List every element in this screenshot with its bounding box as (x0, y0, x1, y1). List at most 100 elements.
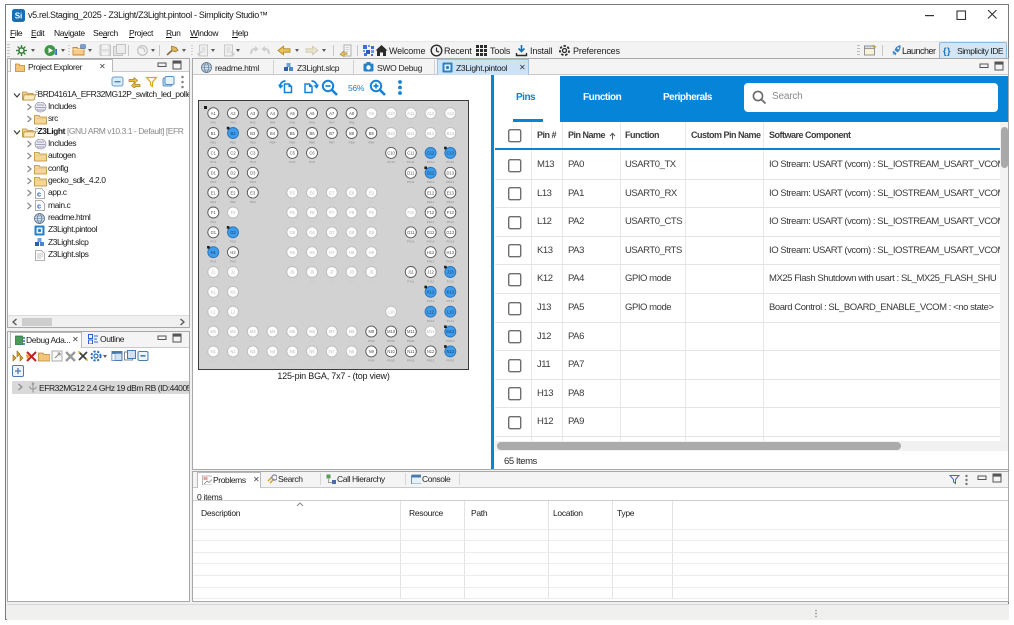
svg-text:PG2: PG2 (230, 240, 236, 244)
svg-text:A6: A6 (309, 111, 315, 116)
svg-text:PB5: PB5 (289, 140, 295, 144)
svg-text:PN13: PN13 (446, 359, 454, 363)
svg-text:VSS: VSS (309, 200, 315, 204)
svg-text:VSS: VSS (210, 359, 216, 363)
svg-text:Si: Si (15, 12, 23, 21)
svg-text:VSS: VSS (289, 240, 295, 244)
svg-text:PB2: PB2 (230, 140, 236, 144)
svg-text:PA8: PA8 (349, 121, 355, 125)
svg-text:PL12: PL12 (427, 319, 435, 323)
svg-text:PA1: PA1 (210, 121, 216, 125)
svg-text:VSS: VSS (368, 279, 374, 283)
svg-text:G1: G1 (211, 230, 217, 235)
svg-text:D2: D2 (230, 171, 236, 176)
svg-text:A10: A10 (387, 111, 395, 116)
svg-text:PE3: PE3 (250, 200, 256, 204)
svg-text:G7: G7 (329, 230, 335, 235)
svg-text:PG12: PG12 (427, 240, 435, 244)
svg-text:N4: N4 (270, 349, 276, 354)
svg-text:PN10: PN10 (387, 359, 395, 363)
svg-text:F13: F13 (447, 210, 455, 215)
svg-text:M8: M8 (349, 329, 355, 334)
svg-text:VSS: VSS (368, 220, 374, 224)
svg-text:J8: J8 (349, 270, 354, 275)
svg-text:VSS: VSS (329, 339, 335, 343)
svg-text:VSS: VSS (368, 121, 374, 125)
svg-text:PE1: PE1 (210, 200, 216, 204)
svg-text:PC12: PC12 (427, 160, 435, 164)
svg-text:PC10: PC10 (387, 160, 395, 164)
svg-text:VSS: VSS (348, 200, 354, 204)
svg-text:C5: C5 (290, 151, 296, 156)
svg-text:VSS: VSS (230, 279, 236, 283)
svg-text:VSS: VSS (289, 220, 295, 224)
svg-text:H9: H9 (369, 250, 375, 255)
svg-text:G13: G13 (446, 230, 454, 235)
svg-text:N2: N2 (230, 349, 236, 354)
svg-text:F1: F1 (211, 210, 217, 215)
svg-text:B4: B4 (270, 131, 276, 136)
svg-text:N7: N7 (329, 349, 335, 354)
svg-text:PC11: PC11 (407, 160, 415, 164)
svg-text:L2: L2 (231, 309, 236, 314)
svg-text:M9: M9 (368, 329, 374, 334)
svg-text:VSS: VSS (388, 140, 394, 144)
svg-text:D3: D3 (250, 171, 256, 176)
svg-text:G11: G11 (407, 230, 415, 235)
svg-text:N13: N13 (447, 349, 455, 354)
svg-text:PB9: PB9 (368, 140, 374, 144)
svg-text:PB3: PB3 (250, 140, 256, 144)
svg-text:L12: L12 (427, 309, 435, 314)
svg-text:K2: K2 (230, 290, 236, 295)
svg-text:F5: F5 (290, 210, 296, 215)
svg-text:J12: J12 (427, 270, 434, 275)
svg-text:D11: D11 (407, 171, 415, 176)
svg-text:N3: N3 (250, 349, 256, 354)
svg-text:PN12: PN12 (427, 359, 435, 363)
svg-text:E6: E6 (309, 190, 315, 195)
svg-text:VSS: VSS (368, 240, 374, 244)
svg-text:VSS: VSS (329, 200, 335, 204)
svg-text:B5: B5 (290, 131, 296, 136)
svg-text:VSS: VSS (250, 339, 256, 343)
svg-text:PJ13: PJ13 (447, 279, 454, 283)
svg-text:PH13: PH13 (446, 260, 454, 264)
svg-text:VSS: VSS (289, 359, 295, 363)
svg-text:N6: N6 (309, 349, 315, 354)
svg-text:N11: N11 (407, 349, 415, 354)
svg-text:B6: B6 (309, 131, 315, 136)
svg-text:L10: L10 (388, 309, 396, 314)
svg-text:D13: D13 (447, 171, 455, 176)
svg-text:PB7: PB7 (329, 140, 335, 144)
svg-text:PE12: PE12 (427, 200, 435, 204)
svg-text:M10: M10 (387, 329, 396, 334)
svg-text:D1: D1 (211, 171, 217, 176)
svg-text:VSS: VSS (329, 260, 335, 264)
svg-text:M12: M12 (427, 329, 436, 334)
svg-text:B11: B11 (407, 131, 415, 136)
svg-text:N9: N9 (369, 349, 375, 354)
svg-text:C3: C3 (250, 151, 256, 156)
svg-text:K1: K1 (211, 290, 217, 295)
svg-text:M7: M7 (329, 329, 335, 334)
svg-text:VSS: VSS (348, 359, 354, 363)
svg-text:PA3: PA3 (250, 121, 256, 125)
svg-text:A12: A12 (427, 111, 435, 116)
svg-text:H6: H6 (309, 250, 315, 255)
svg-text:B2: B2 (230, 131, 236, 136)
svg-text:VSS: VSS (289, 200, 295, 204)
svg-text:PC13: PC13 (446, 160, 454, 164)
svg-text:PL13: PL13 (447, 319, 455, 323)
svg-text:VSS: VSS (230, 339, 236, 343)
svg-text:VSS: VSS (309, 359, 315, 363)
svg-text:PN9: PN9 (368, 359, 374, 363)
svg-text:G2: G2 (230, 230, 236, 235)
svg-text:VSS: VSS (388, 121, 394, 125)
svg-text:VSS: VSS (210, 279, 216, 283)
svg-text:VSS: VSS (408, 140, 414, 144)
svg-text:B13: B13 (447, 131, 455, 136)
svg-text:E2: E2 (230, 190, 236, 195)
svg-text:H1: H1 (211, 250, 217, 255)
svg-text:C12: C12 (427, 151, 435, 156)
svg-text:A3: A3 (250, 111, 256, 116)
